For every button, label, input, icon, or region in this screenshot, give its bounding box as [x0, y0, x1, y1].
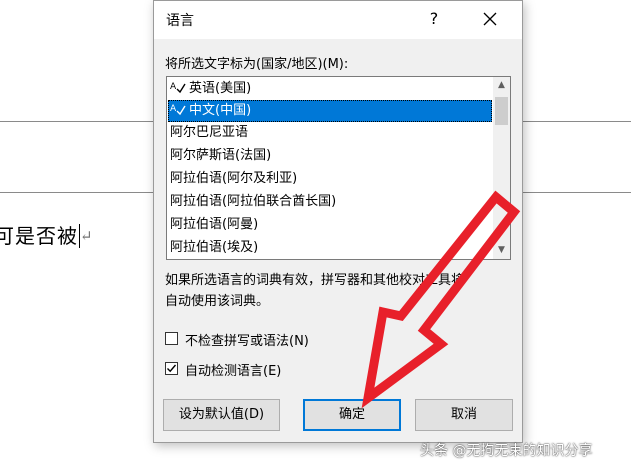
- paragraph-mark-icon: ↵: [80, 227, 94, 245]
- set-default-button[interactable]: 设为默认值(D): [163, 399, 280, 431]
- language-item[interactable]: 阿拉伯语(阿拉伯联合酋长国): [168, 191, 492, 213]
- scroll-up-icon[interactable]: ▲: [493, 77, 510, 94]
- no-proof-label[interactable]: 不检查拼写或语法(N): [185, 330, 309, 349]
- close-icon[interactable]: [478, 7, 502, 31]
- ok-button[interactable]: 确定: [303, 399, 401, 431]
- scroll-thumb[interactable]: [495, 97, 508, 125]
- auto-detect-checkbox[interactable]: [165, 362, 178, 375]
- language-item[interactable]: 阿拉伯语(阿尔及利亚): [168, 168, 492, 190]
- auto-detect-label[interactable]: 自动检测语言(E): [185, 360, 281, 379]
- mark-as-label: 将所选文字标为(国家/地区)(M):: [165, 57, 349, 72]
- watermark-text: 头条 @无拘无束的知识分享: [420, 443, 593, 459]
- language-item-label: 阿尔萨斯语(法国): [170, 148, 272, 163]
- cancel-button[interactable]: 取消: [415, 399, 513, 431]
- language-item-label: 阿拉伯语(阿拉伯联合酋长国): [170, 194, 337, 209]
- language-item-label: 阿拉伯语(阿尔及利亚): [170, 171, 298, 186]
- scroll-down-icon[interactable]: ▼: [493, 242, 510, 259]
- no-proof-checkbox[interactable]: [165, 332, 178, 345]
- spell-check-icon: A: [170, 104, 186, 116]
- language-item-label: 阿拉伯语(埃及): [170, 240, 259, 255]
- doc-cut-glyph: 可: [0, 224, 15, 248]
- language-listbox[interactable]: A 英语(美国) A 中文(中国) 阿尔巴尼亚语 阿尔萨斯语(法国) 阿拉伯语(阿尔…: [166, 76, 511, 260]
- info-text-line2: 自动使用该词典。: [165, 294, 270, 309]
- spell-check-icon: A: [170, 82, 186, 94]
- language-item[interactable]: 阿拉伯语(阿曼): [168, 214, 492, 236]
- language-dialog: 语言 ? 将所选文字标为(国家/地区)(M): A 英语(美国) A 中文(中国) …: [153, 0, 523, 443]
- doc-text-fragment: 是否被: [15, 224, 78, 248]
- svg-text:A: A: [170, 104, 177, 114]
- language-item-label: 阿拉伯语(阿曼): [170, 217, 259, 232]
- language-item[interactable]: 阿尔萨斯语(法国): [168, 145, 492, 167]
- language-item-selected[interactable]: A 中文(中国): [168, 100, 492, 122]
- language-item[interactable]: 阿尔巴尼亚语: [168, 122, 492, 144]
- info-text-line1: 如果所选语言的词典有效，拼写器和其他校对工具将: [165, 273, 465, 288]
- language-item-label: 英语(美国): [189, 81, 252, 96]
- dialog-titlebar[interactable]: 语言 ?: [154, 1, 522, 39]
- svg-text:A: A: [170, 82, 177, 92]
- language-item-label: 阿尔巴尼亚语: [170, 125, 249, 140]
- language-item[interactable]: A 英语(美国): [168, 78, 492, 100]
- language-item-label: 中文(中国): [189, 103, 252, 118]
- language-item[interactable]: 阿拉伯语(埃及): [168, 237, 492, 259]
- document-text[interactable]: 可是否被 ↵: [0, 220, 94, 249]
- dialog-title: 语言: [166, 13, 194, 29]
- listbox-scrollbar[interactable]: ▲ ▼: [493, 77, 510, 259]
- help-button[interactable]: ?: [422, 7, 446, 31]
